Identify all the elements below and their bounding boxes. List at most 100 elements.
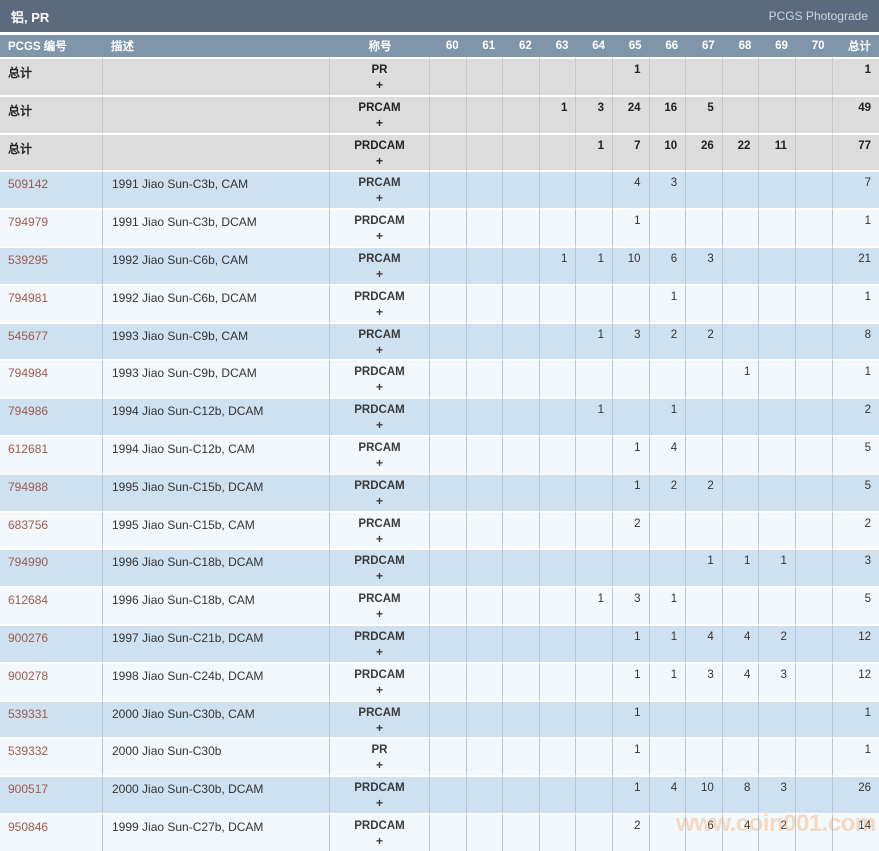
pcgs-number-link[interactable]: 900517 <box>8 782 48 796</box>
grade-count-cell: 1 <box>540 246 577 284</box>
table-row: 7949791991 Jiao Sun-C3b, DCAMPRDCAM+11 <box>0 208 879 246</box>
grade-count-cell: 1 <box>723 359 760 397</box>
grade-count-cell: 4 <box>723 813 760 851</box>
plus-designation-label: + <box>330 494 429 508</box>
grade-count-cell: 3 <box>759 662 796 700</box>
grade-count-cell <box>759 511 796 549</box>
grade-count-cell: 1 <box>576 322 613 360</box>
grade-count-cell <box>503 737 540 775</box>
grade-count-cell <box>540 548 577 586</box>
grade-count-cell <box>650 813 687 851</box>
designation-cell: PRCAM+ <box>330 170 430 208</box>
grade-count-cell <box>576 57 613 95</box>
column-header-grade-62: 62 <box>503 35 540 57</box>
coin-description-cell: 1991 Jiao Sun-C3b, CAM <box>103 170 330 208</box>
pcgs-number-link[interactable]: 612684 <box>8 593 48 607</box>
grade-count-cell <box>686 170 723 208</box>
column-header-grade-70: 70 <box>796 35 833 57</box>
plus-designation-label: + <box>330 607 429 621</box>
grade-count-cell <box>503 435 540 473</box>
designation-cell: PRDCAM+ <box>330 284 430 322</box>
designation-cell: PR+ <box>330 57 430 95</box>
pcgs-number-link[interactable]: 683756 <box>8 518 48 532</box>
grade-count-cell <box>540 322 577 360</box>
grade-count-cell <box>650 700 687 738</box>
pcgs-number-link[interactable]: 539295 <box>8 253 48 267</box>
grade-count-cell <box>686 700 723 738</box>
designation-label: PRDCAM <box>330 366 429 378</box>
column-header-pcgs: PCGS 编号 <box>0 35 103 57</box>
grade-count-cell <box>650 57 687 95</box>
designation-label: PRCAM <box>330 329 429 341</box>
designation-cell: PRCAM+ <box>330 586 430 624</box>
grade-count-cell <box>759 208 796 246</box>
table-row: 5393322000 Jiao Sun-C30bPR+11 <box>0 737 879 775</box>
grade-count-cell: 4 <box>686 624 723 662</box>
coin-description-cell: 1991 Jiao Sun-C3b, DCAM <box>103 208 330 246</box>
pcgs-number-link[interactable]: 539332 <box>8 744 48 758</box>
grade-count-cell <box>430 322 467 360</box>
grade-count-cell <box>723 511 760 549</box>
plus-designation-label: + <box>330 721 429 735</box>
pcgs-number-link[interactable]: 794986 <box>8 404 48 418</box>
grade-count-cell <box>503 586 540 624</box>
grade-count-cell: 7 <box>613 133 650 171</box>
table-row: 5091421991 Jiao Sun-C3b, CAMPRCAM+437 <box>0 170 879 208</box>
designation-label: PRCAM <box>330 102 429 114</box>
pcgs-number-link[interactable]: 794990 <box>8 555 48 569</box>
grade-count-cell: 1 <box>650 586 687 624</box>
grade-count-cell <box>503 473 540 511</box>
table-row: 5456771993 Jiao Sun-C9b, CAMPRCAM+13228 <box>0 322 879 360</box>
grade-count-cell <box>613 284 650 322</box>
pcgs-number-link[interactable]: 950846 <box>8 820 48 834</box>
grade-count-cell <box>796 662 833 700</box>
pcgs-number-link[interactable]: 794988 <box>8 480 48 494</box>
grade-count-cell <box>613 359 650 397</box>
designation-cell: PRDCAM+ <box>330 208 430 246</box>
pcgs-number-cell: 900278 <box>0 662 103 700</box>
summary-row: 总计PRCAM+132416549 <box>0 95 879 133</box>
grade-count-cell <box>650 548 687 586</box>
grade-count-cell <box>576 208 613 246</box>
table-row: 5392951992 Jiao Sun-C6b, CAMPRCAM+111063… <box>0 246 879 284</box>
photograde-link[interactable]: PCGS Photograde <box>769 9 868 23</box>
row-total-cell: 1 <box>833 284 879 322</box>
pcgs-number-link[interactable]: 900276 <box>8 631 48 645</box>
pcgs-number-cell: 683756 <box>0 511 103 549</box>
table-row: 6837561995 Jiao Sun-C15b, CAMPRCAM+22 <box>0 511 879 549</box>
grade-count-cell: 4 <box>650 435 687 473</box>
pcgs-number-link[interactable]: 545677 <box>8 329 48 343</box>
pcgs-number-link[interactable]: 794984 <box>8 366 48 380</box>
designation-cell: PRDCAM+ <box>330 662 430 700</box>
coin-description-cell: 1994 Jiao Sun-C12b, CAM <box>103 435 330 473</box>
pcgs-number-link[interactable]: 509142 <box>8 177 48 191</box>
pcgs-number-cell: 612681 <box>0 435 103 473</box>
grade-count-cell <box>796 322 833 360</box>
plus-designation-label: + <box>330 645 429 659</box>
pcgs-number-link[interactable]: 794981 <box>8 291 48 305</box>
pcgs-number-link[interactable]: 539331 <box>8 707 48 721</box>
grade-count-cell <box>723 170 760 208</box>
grade-count-cell <box>467 624 504 662</box>
grade-count-cell <box>723 397 760 435</box>
table-row: 6126841996 Jiao Sun-C18b, CAMPRCAM+1315 <box>0 586 879 624</box>
grade-count-cell <box>430 775 467 813</box>
grade-count-cell <box>467 133 504 171</box>
grade-count-cell <box>796 133 833 171</box>
grade-count-cell: 1 <box>650 284 687 322</box>
table-row: 7949841993 Jiao Sun-C9b, DCAMPRDCAM+11 <box>0 359 879 397</box>
pcgs-number-link[interactable]: 612681 <box>8 442 48 456</box>
column-header-grade-66: 66 <box>650 35 687 57</box>
plus-designation-label: + <box>330 267 429 281</box>
grade-count-cell <box>430 700 467 738</box>
grade-count-cell: 3 <box>576 95 613 133</box>
grade-count-cell <box>540 700 577 738</box>
grade-count-cell: 10 <box>686 775 723 813</box>
grade-count-cell: 4 <box>723 662 760 700</box>
grade-count-cell <box>723 322 760 360</box>
grade-count-cell <box>576 624 613 662</box>
grade-count-cell <box>796 435 833 473</box>
pcgs-number-link[interactable]: 794979 <box>8 215 48 229</box>
pcgs-number-link[interactable]: 900278 <box>8 669 48 683</box>
grade-count-cell <box>540 511 577 549</box>
